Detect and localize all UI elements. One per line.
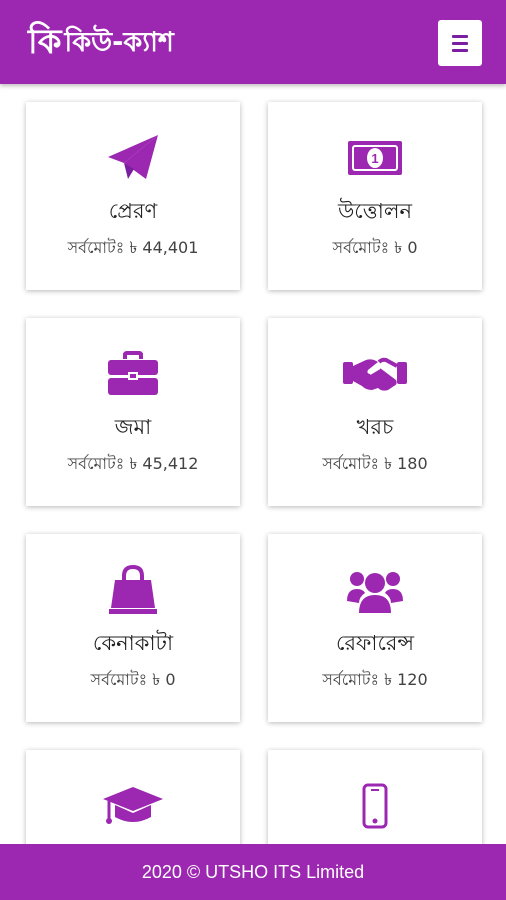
users-icon — [268, 564, 482, 616]
card-title: খরচ — [356, 415, 394, 439]
card-title: প্রেরণ — [108, 199, 158, 223]
card-total: সর্বমোটঃ ৳ 120 — [322, 670, 428, 689]
card-total: সর্বমোটঃ ৳ 45,412 — [67, 454, 199, 473]
card-withdraw[interactable]: 1 উত্তোলন সর্বমোটঃ ৳ 0 — [268, 102, 482, 290]
shopping-bag-icon — [26, 564, 240, 616]
card-title: রেফারেন্স — [335, 631, 415, 655]
svg-text:1: 1 — [371, 151, 378, 166]
mobile-phone-icon — [268, 780, 482, 832]
money-bill-icon: 1 — [268, 132, 482, 184]
footer-text: 2020 © UTSHO ITS Limited — [141, 861, 365, 882]
app-header: কি কিউ-ক্যাশ — [0, 0, 506, 84]
card-expense[interactable]: খরচ সর্বমোটঃ ৳ 180 — [268, 318, 482, 506]
card-reference[interactable]: রেফারেন্স সর্বমোটঃ ৳ 120 — [268, 534, 482, 722]
card-mobile[interactable] — [268, 750, 482, 844]
card-education[interactable] — [26, 750, 240, 844]
dashboard-grid: প্রেরণ সর্বমোটঃ ৳ 44,401 1 উত্তোলন সর্বম… — [0, 84, 506, 844]
hamburger-menu-icon — [452, 34, 468, 38]
card-total: সর্বমোটঃ ৳ 0 — [90, 670, 176, 689]
graduation-cap-icon — [26, 780, 240, 832]
card-title: উত্তোলন — [337, 199, 413, 223]
card-shopping[interactable]: কেনাকাটা সর্বমোটঃ ৳ 0 — [26, 534, 240, 722]
card-total: সর্বমোটঃ ৳ 44,401 — [67, 238, 199, 257]
briefcase-icon — [26, 348, 240, 400]
card-total: সর্বমোটঃ ৳ 0 — [332, 238, 418, 257]
card-title: জমা — [114, 415, 152, 439]
menu-button[interactable] — [438, 20, 482, 66]
card-total: সর্বমোটঃ ৳ 180 — [322, 454, 428, 473]
footer: 2020 © UTSHO ITS Limited — [0, 844, 506, 900]
card-deposit[interactable]: জমা সর্বমোটঃ ৳ 45,412 — [26, 318, 240, 506]
logo-text: কিউ-ক্যাশ — [64, 26, 174, 58]
logo-mark: কি — [28, 22, 61, 62]
card-title: কেনাকাটা — [92, 631, 174, 655]
app-logo[interactable]: কি কিউ-ক্যাশ — [28, 20, 174, 64]
handshake-icon — [268, 348, 482, 400]
card-send[interactable]: প্রেরণ সর্বমোটঃ ৳ 44,401 — [26, 102, 240, 290]
paper-plane-icon — [26, 132, 240, 184]
